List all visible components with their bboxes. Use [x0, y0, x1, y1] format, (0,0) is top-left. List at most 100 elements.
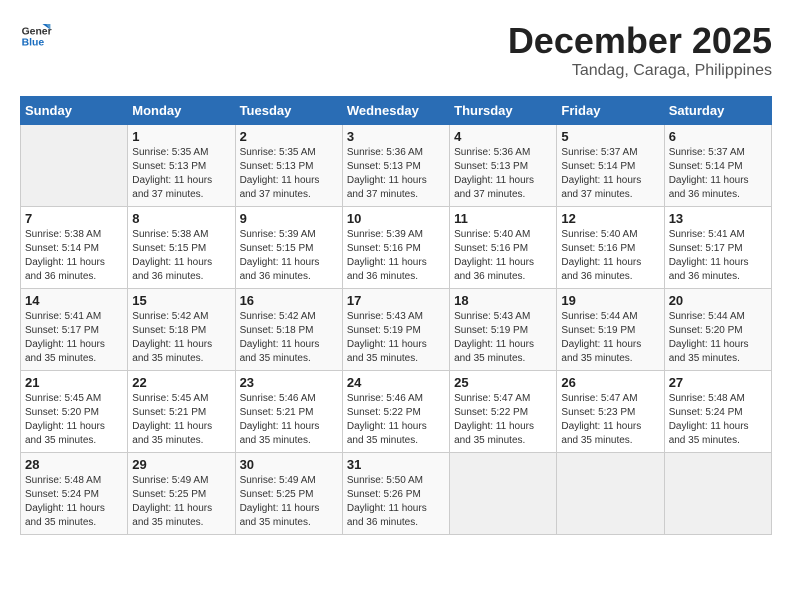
day-number: 3 [347, 129, 445, 144]
day-number: 28 [25, 457, 123, 472]
location: Tandag, Caraga, Philippines [508, 62, 772, 80]
day-info: Sunrise: 5:46 AMSunset: 5:22 PMDaylight:… [347, 392, 445, 448]
day-number: 2 [240, 129, 338, 144]
header-day-monday: Monday [128, 97, 235, 125]
day-info: Sunrise: 5:40 AMSunset: 5:16 PMDaylight:… [561, 228, 659, 284]
day-info: Sunrise: 5:35 AMSunset: 5:13 PMDaylight:… [240, 146, 338, 202]
day-info: Sunrise: 5:46 AMSunset: 5:21 PMDaylight:… [240, 392, 338, 448]
header-day-sunday: Sunday [21, 97, 128, 125]
day-info: Sunrise: 5:38 AMSunset: 5:15 PMDaylight:… [132, 228, 230, 284]
day-info: Sunrise: 5:41 AMSunset: 5:17 PMDaylight:… [25, 310, 123, 366]
day-number: 8 [132, 211, 230, 226]
day-number: 11 [454, 211, 552, 226]
day-number: 17 [347, 293, 445, 308]
calendar-cell: 26 Sunrise: 5:47 AMSunset: 5:23 PMDayligh… [557, 371, 664, 453]
calendar-cell: 23 Sunrise: 5:46 AMSunset: 5:21 PMDayligh… [235, 371, 342, 453]
calendar-cell [557, 453, 664, 535]
logo: General Blue [20, 20, 52, 52]
day-info: Sunrise: 5:44 AMSunset: 5:20 PMDaylight:… [669, 310, 767, 366]
day-number: 16 [240, 293, 338, 308]
day-info: Sunrise: 5:43 AMSunset: 5:19 PMDaylight:… [454, 310, 552, 366]
calendar-cell: 20 Sunrise: 5:44 AMSunset: 5:20 PMDayligh… [664, 289, 771, 371]
header-day-saturday: Saturday [664, 97, 771, 125]
calendar-cell [450, 453, 557, 535]
day-info: Sunrise: 5:38 AMSunset: 5:14 PMDaylight:… [25, 228, 123, 284]
day-info: Sunrise: 5:45 AMSunset: 5:21 PMDaylight:… [132, 392, 230, 448]
calendar-cell: 25Sunrise: 5:47 AMSunset: 5:22 PMDayligh… [450, 371, 557, 453]
calendar-cell: 12Sunrise: 5:40 AMSunset: 5:16 PMDayligh… [557, 207, 664, 289]
calendar-cell: 13Sunrise: 5:41 AMSunset: 5:17 PMDayligh… [664, 207, 771, 289]
calendar-cell: 21 Sunrise: 5:45 AMSunset: 5:20 PMDayligh… [21, 371, 128, 453]
day-info: Sunrise: 5:42 AMSunset: 5:18 PMDaylight:… [132, 310, 230, 366]
day-number: 1 [132, 129, 230, 144]
month-title: December 2025 [508, 20, 772, 62]
calendar-body: 1 Sunrise: 5:35 AMSunset: 5:13 PMDaylight… [21, 125, 772, 535]
calendar-table: SundayMondayTuesdayWednesdayThursdayFrid… [20, 96, 772, 535]
header-day-wednesday: Wednesday [342, 97, 449, 125]
calendar-cell: 24 Sunrise: 5:46 AMSunset: 5:22 PMDayligh… [342, 371, 449, 453]
calendar-cell: 9 Sunrise: 5:39 AMSunset: 5:15 PMDaylight… [235, 207, 342, 289]
calendar-cell: 16 Sunrise: 5:42 AMSunset: 5:18 PMDayligh… [235, 289, 342, 371]
logo-icon: General Blue [20, 20, 52, 52]
day-number: 24 [347, 375, 445, 390]
day-info: Sunrise: 5:41 AMSunset: 5:17 PMDaylight:… [669, 228, 767, 284]
calendar-cell: 4Sunrise: 5:36 AMSunset: 5:13 PMDaylight… [450, 125, 557, 207]
day-number: 30 [240, 457, 338, 472]
day-number: 5 [561, 129, 659, 144]
day-number: 14 [25, 293, 123, 308]
calendar-cell: 11 Sunrise: 5:40 AMSunset: 5:16 PMDayligh… [450, 207, 557, 289]
day-number: 27 [669, 375, 767, 390]
svg-text:General: General [22, 26, 52, 37]
header-day-thursday: Thursday [450, 97, 557, 125]
day-info: Sunrise: 5:37 AMSunset: 5:14 PMDaylight:… [561, 146, 659, 202]
day-info: Sunrise: 5:39 AMSunset: 5:16 PMDaylight:… [347, 228, 445, 284]
calendar-cell: 6Sunrise: 5:37 AMSunset: 5:14 PMDaylight… [664, 125, 771, 207]
header-day-tuesday: Tuesday [235, 97, 342, 125]
day-number: 10 [347, 211, 445, 226]
day-info: Sunrise: 5:40 AMSunset: 5:16 PMDaylight:… [454, 228, 552, 284]
day-info: Sunrise: 5:42 AMSunset: 5:18 PMDaylight:… [240, 310, 338, 366]
day-number: 23 [240, 375, 338, 390]
day-info: Sunrise: 5:49 AMSunset: 5:25 PMDaylight:… [240, 474, 338, 530]
calendar-cell: 8 Sunrise: 5:38 AMSunset: 5:15 PMDaylight… [128, 207, 235, 289]
calendar-cell: 10 Sunrise: 5:39 AMSunset: 5:16 PMDayligh… [342, 207, 449, 289]
title-area: December 2025 Tandag, Caraga, Philippine… [508, 20, 772, 80]
calendar-cell: 5 Sunrise: 5:37 AMSunset: 5:14 PMDaylight… [557, 125, 664, 207]
day-info: Sunrise: 5:35 AMSunset: 5:13 PMDaylight:… [132, 146, 230, 202]
calendar-cell: 7 Sunrise: 5:38 AMSunset: 5:14 PMDaylight… [21, 207, 128, 289]
week-row-4: 21 Sunrise: 5:45 AMSunset: 5:20 PMDayligh… [21, 371, 772, 453]
day-number: 25 [454, 375, 552, 390]
day-info: Sunrise: 5:37 AMSunset: 5:14 PMDaylight:… [669, 146, 767, 202]
day-info: Sunrise: 5:47 AMSunset: 5:23 PMDaylight:… [561, 392, 659, 448]
day-number: 7 [25, 211, 123, 226]
day-info: Sunrise: 5:45 AMSunset: 5:20 PMDaylight:… [25, 392, 123, 448]
svg-text:Blue: Blue [22, 38, 45, 49]
calendar-header-row: SundayMondayTuesdayWednesdayThursdayFrid… [21, 97, 772, 125]
day-info: Sunrise: 5:48 AMSunset: 5:24 PMDaylight:… [25, 474, 123, 530]
day-number: 21 [25, 375, 123, 390]
day-number: 26 [561, 375, 659, 390]
day-info: Sunrise: 5:36 AMSunset: 5:13 PMDaylight:… [347, 146, 445, 202]
calendar-cell [21, 125, 128, 207]
calendar-cell [664, 453, 771, 535]
week-row-2: 7 Sunrise: 5:38 AMSunset: 5:14 PMDaylight… [21, 207, 772, 289]
calendar-cell: 22 Sunrise: 5:45 AMSunset: 5:21 PMDayligh… [128, 371, 235, 453]
calendar-cell: 18Sunrise: 5:43 AMSunset: 5:19 PMDayligh… [450, 289, 557, 371]
calendar-cell: 1 Sunrise: 5:35 AMSunset: 5:13 PMDaylight… [128, 125, 235, 207]
day-info: Sunrise: 5:50 AMSunset: 5:26 PMDaylight:… [347, 474, 445, 530]
day-info: Sunrise: 5:39 AMSunset: 5:15 PMDaylight:… [240, 228, 338, 284]
day-number: 20 [669, 293, 767, 308]
calendar-cell: 3 Sunrise: 5:36 AMSunset: 5:13 PMDaylight… [342, 125, 449, 207]
day-info: Sunrise: 5:36 AMSunset: 5:13 PMDaylight:… [454, 146, 552, 202]
calendar-cell: 14 Sunrise: 5:41 AMSunset: 5:17 PMDayligh… [21, 289, 128, 371]
day-number: 15 [132, 293, 230, 308]
day-number: 31 [347, 457, 445, 472]
day-number: 9 [240, 211, 338, 226]
calendar-cell: 31 Sunrise: 5:50 AMSunset: 5:26 PMDayligh… [342, 453, 449, 535]
header-day-friday: Friday [557, 97, 664, 125]
day-number: 22 [132, 375, 230, 390]
calendar-cell: 17Sunrise: 5:43 AMSunset: 5:19 PMDayligh… [342, 289, 449, 371]
week-row-3: 14 Sunrise: 5:41 AMSunset: 5:17 PMDayligh… [21, 289, 772, 371]
day-info: Sunrise: 5:44 AMSunset: 5:19 PMDaylight:… [561, 310, 659, 366]
calendar-cell: 28 Sunrise: 5:48 AMSunset: 5:24 PMDayligh… [21, 453, 128, 535]
